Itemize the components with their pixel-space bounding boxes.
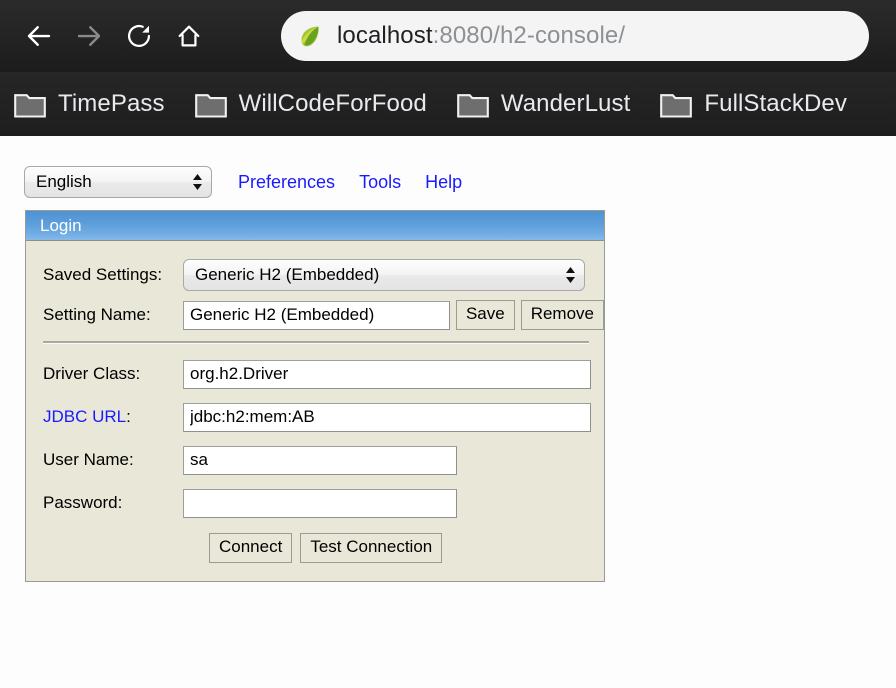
row-password: Password: (26, 483, 604, 523)
save-button[interactable]: Save (455, 300, 515, 330)
url-path: :8080/h2-console/ (432, 22, 626, 49)
row-driver-class: Driver Class: (26, 354, 604, 394)
row-actions: Connect Test Connection (26, 523, 604, 563)
label-password: Password: (43, 493, 123, 512)
bookmark-label: TimePass (58, 90, 165, 117)
divider-row (26, 335, 604, 354)
row-setting-name: Setting Name: Save Remove (26, 295, 604, 335)
bookmark-label: WillCodeForFood (238, 90, 427, 117)
jdbc-url-input[interactable] (183, 402, 591, 432)
browser-toolbar: localhost:8080/h2-console/ (0, 0, 896, 72)
user-name-input[interactable] (183, 445, 457, 475)
folder-icon (14, 91, 46, 118)
remove-button[interactable]: Remove (520, 300, 604, 330)
reload-button[interactable] (114, 11, 164, 61)
login-panel: Login Saved Settings: Generic H2 (Embedd… (25, 210, 605, 582)
link-preferences[interactable]: Preferences (238, 172, 335, 193)
password-input[interactable] (183, 488, 457, 518)
home-button[interactable] (164, 11, 214, 61)
forward-button[interactable] (64, 11, 114, 61)
url-text: localhost:8080/h2-console/ (337, 22, 625, 50)
bookmark-label: WanderLust (500, 90, 631, 117)
browser-chrome: localhost:8080/h2-console/ TimePass Will… (0, 0, 896, 136)
bookmark-fullstackdev[interactable]: FullStackDev (660, 90, 847, 118)
driver-class-input[interactable] (183, 359, 591, 389)
language-select[interactable]: English (24, 166, 212, 198)
connect-button[interactable]: Connect (209, 533, 293, 563)
bookmark-willcodeforfood[interactable]: WillCodeForFood (194, 90, 427, 118)
url-host: localhost (337, 22, 433, 49)
bookmark-wanderlust[interactable]: WanderLust (456, 90, 631, 118)
login-panel-title: Login (26, 211, 604, 241)
spring-leaf-icon (297, 23, 323, 49)
label-user-name: User Name: (43, 450, 134, 469)
divider (43, 341, 589, 344)
folder-icon (456, 91, 489, 118)
address-bar[interactable]: localhost:8080/h2-console/ (281, 11, 869, 61)
login-form: Saved Settings: Generic H2 (Embedded) Se (26, 241, 604, 581)
folder-icon (660, 91, 693, 118)
language-select-wrapper: English (24, 166, 212, 198)
jdbc-url-help-link[interactable]: JDBC URL (43, 407, 126, 426)
saved-settings-select-wrapper: Generic H2 (Embedded) (183, 259, 585, 291)
home-icon (175, 22, 203, 50)
bookmark-timepass[interactable]: TimePass (14, 90, 165, 118)
row-user-name: User Name: (26, 440, 604, 480)
label-driver-class: Driver Class: (43, 364, 141, 383)
link-tools[interactable]: Tools (359, 172, 401, 193)
link-help[interactable]: Help (425, 172, 462, 193)
back-button[interactable] (14, 11, 64, 61)
label-saved-settings: Saved Settings: (43, 265, 163, 284)
row-saved-settings: Saved Settings: Generic H2 (Embedded) (26, 255, 604, 295)
label-jdbc-url-colon: : (126, 407, 131, 426)
reload-icon (125, 22, 153, 50)
setting-name-input[interactable] (183, 300, 450, 330)
test-connection-button[interactable]: Test Connection (300, 533, 443, 563)
label-setting-name: Setting Name: (43, 305, 151, 324)
bookmarks-bar: TimePass WillCodeForFood WanderLust Full… (0, 72, 896, 136)
folder-icon (194, 91, 227, 118)
bookmark-label: FullStackDev (704, 90, 847, 117)
row-jdbc-url: JDBC URL: (26, 397, 604, 437)
arrow-right-icon (74, 21, 104, 51)
arrow-left-icon (24, 21, 54, 51)
h2-console-page: English Preferences Tools Help Login Sav… (0, 136, 896, 688)
saved-settings-select[interactable]: Generic H2 (Embedded) (183, 259, 585, 291)
console-toolbar: English Preferences Tools Help (24, 166, 462, 198)
label-jdbc-url: JDBC URL: (43, 407, 183, 427)
